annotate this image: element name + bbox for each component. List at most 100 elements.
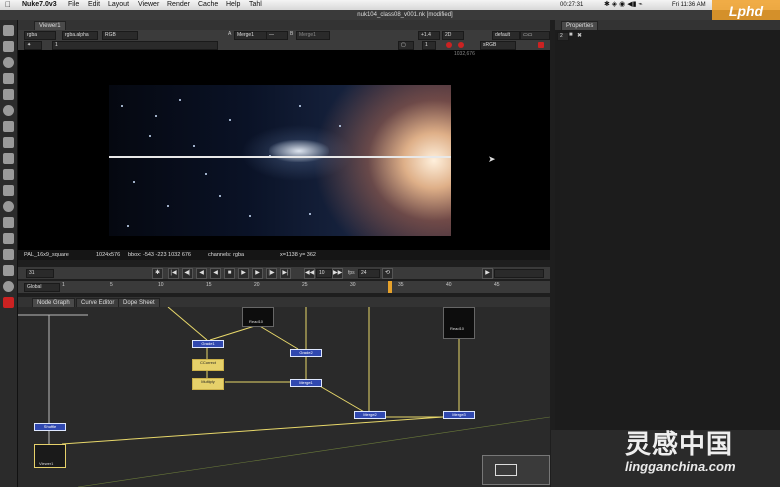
grade-node-1[interactable]: Grade1 <box>192 340 224 348</box>
info-channels: channels: rgba <box>208 252 245 258</box>
frame-icon[interactable]: ✦ <box>24 41 42 50</box>
viewer-layout-icon[interactable]: ▭▭ <box>520 31 550 40</box>
colorspace-dropdown[interactable]: RGB <box>102 31 138 40</box>
clock[interactable]: Fri 11:36 AM <box>672 0 706 10</box>
lut-dropdown[interactable]: default <box>492 31 520 40</box>
merge-node-1[interactable]: Merge1 <box>290 379 322 387</box>
range-dropdown[interactable]: Global <box>24 283 60 292</box>
gizmos-icon[interactable] <box>3 281 14 292</box>
spaceship <box>269 140 329 162</box>
tick-label: 40 <box>446 282 452 288</box>
merge-nodes-icon[interactable] <box>3 137 14 148</box>
particles-icon[interactable] <box>3 265 14 276</box>
loop-icon[interactable]: ⟲ <box>382 268 393 279</box>
gamma-value: 1 <box>55 42 58 48</box>
increment-field[interactable]: 10 <box>316 269 332 278</box>
input-b-label: B <box>290 31 294 37</box>
gamma-slider[interactable]: 1 <box>52 41 218 50</box>
channel-nodes-icon[interactable] <box>3 73 14 84</box>
menu-render[interactable]: Render <box>167 0 190 10</box>
colorcorrect-node[interactable]: CCorrect <box>192 359 224 371</box>
read-node-1[interactable]: Read10 <box>242 307 274 327</box>
max-panels-field[interactable]: 2 <box>557 32 569 41</box>
menu-file[interactable]: File <box>68 0 79 10</box>
properties-panel[interactable]: 2 ■ ✖ <box>555 30 780 430</box>
step-forward-icon[interactable]: ▶ <box>252 268 263 279</box>
pause-update-icon[interactable] <box>458 42 464 48</box>
playhead[interactable] <box>388 281 393 293</box>
menu-help[interactable]: Help <box>226 0 240 10</box>
display-dropdown[interactable]: sRGB <box>480 41 516 50</box>
wipe-line[interactable] <box>109 156 451 158</box>
lock-icon[interactable]: ■ <box>569 32 573 38</box>
menu-layout[interactable]: Layout <box>108 0 129 10</box>
merge-node-3[interactable]: Merge3 <box>443 411 475 419</box>
tick-label: 25 <box>302 282 308 288</box>
draw-nodes-icon[interactable] <box>3 41 14 52</box>
3d-nodes-icon[interactable] <box>3 169 14 180</box>
gain-field[interactable]: +1.4 <box>418 31 440 40</box>
menu-cache[interactable]: Cache <box>198 0 218 10</box>
skip-back-icon[interactable]: ◀◀ <box>304 268 315 279</box>
multiply-node[interactable]: Multiply <box>192 378 224 390</box>
menu-tahl[interactable]: Tahl <box>249 0 262 10</box>
play-forward-icon[interactable]: ▶ <box>238 268 249 279</box>
zoom-field[interactable]: 1 <box>422 41 436 50</box>
clear-panels-icon[interactable]: ✖ <box>577 32 582 39</box>
node-graph-navigator[interactable] <box>482 455 550 485</box>
playback-range-field[interactable] <box>494 269 544 278</box>
menu-edit[interactable]: Edit <box>88 0 100 10</box>
step-back-icon[interactable]: ◀ <box>196 268 207 279</box>
tick-label: 10 <box>158 282 164 288</box>
proxy-toggle-icon[interactable]: ▢ <box>398 41 414 50</box>
read-node-2[interactable]: Read10 <box>443 307 475 339</box>
image-nodes-icon[interactable] <box>3 25 14 36</box>
filter-nodes-icon[interactable] <box>3 105 14 116</box>
roi-icon[interactable] <box>538 42 544 48</box>
first-frame-icon[interactable]: |◀ <box>168 268 179 279</box>
info-size: 1024x576 <box>96 252 121 258</box>
time-nodes-icon[interactable] <box>3 57 14 68</box>
furnace-icon[interactable] <box>3 249 14 260</box>
toolsets-icon[interactable] <box>3 217 14 228</box>
viewer-node[interactable]: Viewer1 <box>34 444 66 468</box>
channels-dropdown[interactable]: rgba <box>24 31 56 40</box>
fps-label: fps <box>348 270 355 276</box>
next-key-icon[interactable]: |▶ <box>266 268 277 279</box>
merge-node-2[interactable]: Merge2 <box>354 411 386 419</box>
record-icon[interactable] <box>3 297 14 308</box>
grade-node-2[interactable]: Grade2 <box>290 349 322 357</box>
views-nodes-icon[interactable] <box>3 185 14 196</box>
prev-key-icon[interactable]: ◀| <box>182 268 193 279</box>
timeline[interactable]: Global 1 5 10 15 20 25 30 35 40 45 <box>18 281 550 293</box>
metadata-nodes-icon[interactable] <box>3 201 14 212</box>
apple-menu-icon[interactable]:  <box>5 0 11 10</box>
wipe-mode-dropdown[interactable]: — <box>266 31 288 40</box>
input-a-label: A <box>228 31 232 37</box>
clip-warning-icon[interactable] <box>446 42 452 48</box>
other-nodes-icon[interactable] <box>3 233 14 244</box>
input-b-dropdown[interactable]: Merge1 <box>296 31 330 40</box>
last-frame-icon[interactable]: ▶| <box>280 268 291 279</box>
view-mode-dropdown[interactable]: 2D <box>442 31 464 40</box>
skip-forward-icon[interactable]: ▶▶ <box>332 268 343 279</box>
stop-icon[interactable]: ■ <box>224 268 235 279</box>
transform-nodes-icon[interactable] <box>3 153 14 164</box>
alpha-dropdown[interactable]: rgba.alpha <box>62 31 98 40</box>
flipbook-icon[interactable]: ▶ <box>482 268 493 279</box>
node-graph[interactable]: Read10 Read10 Grade1 CCorrect Multiply G… <box>18 307 550 487</box>
fps-field[interactable]: 24 <box>358 269 380 278</box>
shuffle-node[interactable]: Shuffle <box>34 423 66 431</box>
mouse-cursor-icon: ➤ <box>488 154 496 164</box>
color-nodes-icon[interactable] <box>3 89 14 100</box>
input-a-dropdown[interactable]: Merge1 <box>234 31 268 40</box>
play-backward-icon[interactable]: ◀ <box>210 268 221 279</box>
app-menu[interactable]: Nuke7.0v3 <box>22 0 57 10</box>
navigator-viewport[interactable] <box>495 464 517 476</box>
viewer-node-label: Viewer1 <box>39 461 54 466</box>
frame-field[interactable]: 31 <box>26 269 54 278</box>
playback-mode-icon[interactable]: ✱ <box>152 268 163 279</box>
menu-viewer[interactable]: Viewer <box>138 0 159 10</box>
timeline-ruler[interactable]: 1 5 10 15 20 25 30 35 40 45 <box>62 281 542 293</box>
keyer-nodes-icon[interactable] <box>3 121 14 132</box>
